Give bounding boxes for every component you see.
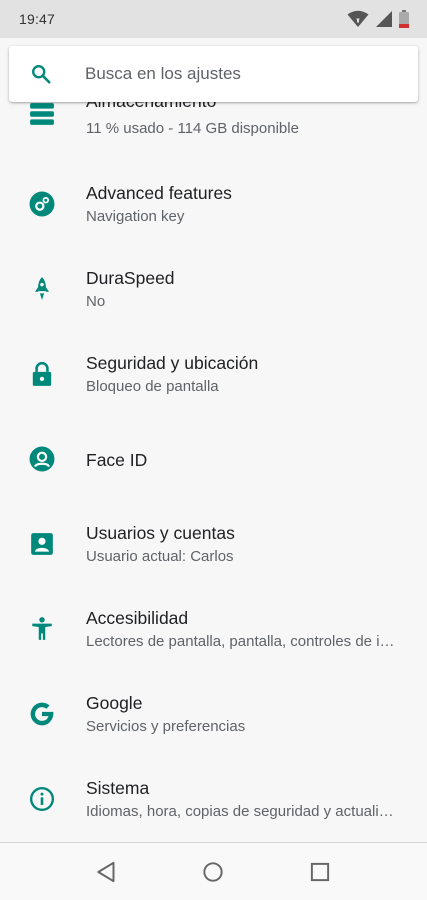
settings-item-google[interactable]: Google Servicios y preferencias [0, 672, 427, 757]
search-bar[interactable]: Busca en los ajustes [9, 46, 418, 102]
face-id-icon [29, 446, 55, 472]
recents-icon[interactable] [307, 859, 333, 885]
settings-item-face-id[interactable]: Face ID [0, 417, 427, 502]
settings-item-accessibility[interactable]: Accesibilidad Lectores de pantalla, pant… [0, 587, 427, 672]
status-bar: 19:47 [0, 0, 427, 38]
storage-icon [30, 103, 54, 125]
item-title: Advanced features [86, 183, 232, 203]
settings-list: Almacenamiento 11 % usado - 114 GB dispo… [0, 102, 427, 842]
item-subtitle: Lectores de pantalla, pantalla, controle… [86, 633, 401, 650]
status-time: 19:47 [19, 11, 56, 27]
settings-item-security[interactable]: Seguridad y ubicación Bloqueo de pantall… [0, 332, 427, 417]
item-subtitle: Bloqueo de pantalla [86, 378, 219, 395]
item-title: Accesibilidad [86, 608, 189, 628]
search-input[interactable]: Busca en los ajustes [85, 64, 241, 84]
home-icon[interactable] [200, 859, 226, 885]
item-title: DuraSpeed [86, 268, 175, 288]
status-icons [347, 10, 409, 28]
settings-item-advanced-features[interactable]: Advanced features Navigation key [0, 162, 427, 247]
item-subtitle: Idiomas, hora, copias de seguridad y act… [86, 803, 401, 820]
accessibility-icon [32, 617, 52, 640]
wifi-icon [347, 10, 369, 27]
search-icon[interactable] [30, 63, 52, 85]
item-subtitle: Usuario actual: Carlos [86, 548, 234, 565]
back-icon[interactable] [94, 859, 120, 885]
item-title: Sistema [86, 778, 150, 798]
item-subtitle: No [86, 293, 106, 310]
item-title: Seguridad y ubicación [86, 353, 259, 373]
advanced-features-icon [29, 191, 55, 217]
item-title: Face ID [86, 450, 148, 470]
item-title: Usuarios y cuentas [86, 523, 235, 543]
item-subtitle: Servicios y preferencias [86, 718, 246, 735]
settings-item-storage[interactable]: Almacenamiento 11 % usado - 114 GB dispo… [0, 102, 427, 160]
item-title: Google [86, 693, 143, 713]
lock-icon [32, 361, 52, 386]
info-icon [29, 786, 55, 812]
item-subtitle: Navigation key [86, 208, 185, 225]
navigation-bar [0, 842, 427, 900]
battery-icon [399, 10, 409, 28]
rocket-icon [34, 277, 50, 300]
account-box-icon [31, 533, 53, 555]
item-subtitle: 11 % usado - 114 GB disponible [86, 120, 299, 137]
signal-icon [376, 11, 392, 27]
settings-item-users-accounts[interactable]: Usuarios y cuentas Usuario actual: Carlo… [0, 502, 427, 587]
google-icon [30, 702, 54, 726]
item-title: Almacenamiento [86, 102, 216, 112]
settings-item-system[interactable]: Sistema Idiomas, hora, copias de segurid… [0, 757, 427, 842]
settings-item-duraspeed[interactable]: DuraSpeed No [0, 247, 427, 332]
